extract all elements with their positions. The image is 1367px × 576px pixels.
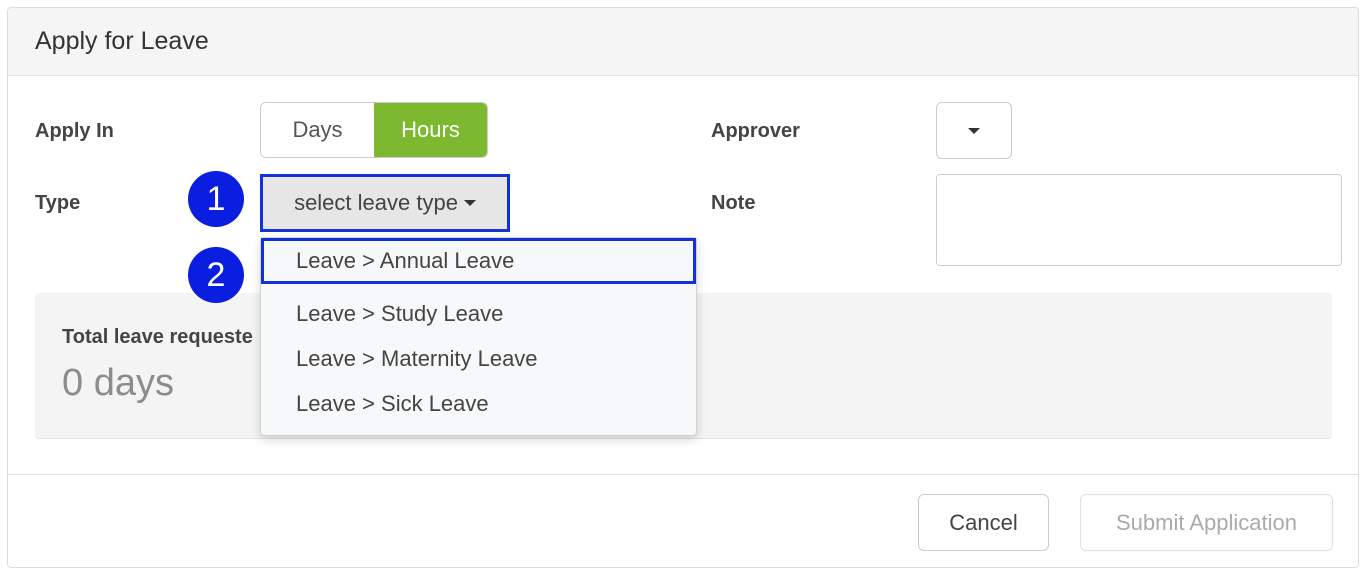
footer-divider bbox=[8, 474, 1358, 475]
toggle-days-button[interactable]: Days bbox=[261, 103, 374, 157]
caret-down-icon bbox=[968, 127, 980, 134]
leave-type-select[interactable]: select leave type bbox=[260, 174, 510, 232]
summary-value: 0 days bbox=[62, 362, 174, 404]
note-label: Note bbox=[711, 192, 756, 214]
dropdown-item-maternity-leave[interactable]: Leave > Maternity Leave bbox=[261, 336, 696, 382]
leave-type-dropdown-menu: Leave > Annual Leave Leave > Study Leave… bbox=[260, 237, 697, 436]
approver-label: Approver bbox=[711, 120, 800, 142]
panel-header: Apply for Leave bbox=[8, 8, 1358, 76]
submit-application-button[interactable]: Submit Application bbox=[1080, 494, 1333, 551]
toggle-hours-button[interactable]: Hours bbox=[374, 103, 487, 157]
note-textarea[interactable] bbox=[936, 174, 1342, 266]
caret-down-icon bbox=[463, 200, 476, 206]
step-badge-2: 2 bbox=[188, 247, 244, 303]
step-badge-1: 1 bbox=[188, 171, 244, 227]
apply-in-label: Apply In bbox=[35, 120, 114, 142]
leave-type-select-text: select leave type bbox=[294, 190, 458, 215]
cancel-button[interactable]: Cancel bbox=[918, 494, 1049, 551]
dropdown-item-annual-leave[interactable]: Leave > Annual Leave bbox=[261, 238, 696, 284]
type-label: Type bbox=[35, 192, 81, 214]
apply-in-toggle: Days Hours bbox=[260, 102, 488, 158]
page-title: Apply for Leave bbox=[35, 27, 209, 55]
approver-dropdown-button[interactable] bbox=[936, 102, 1012, 159]
summary-label: Total leave requeste bbox=[62, 326, 253, 348]
dropdown-item-study-leave[interactable]: Leave > Study Leave bbox=[261, 291, 696, 337]
dropdown-item-sick-leave[interactable]: Leave > Sick Leave bbox=[261, 381, 696, 427]
